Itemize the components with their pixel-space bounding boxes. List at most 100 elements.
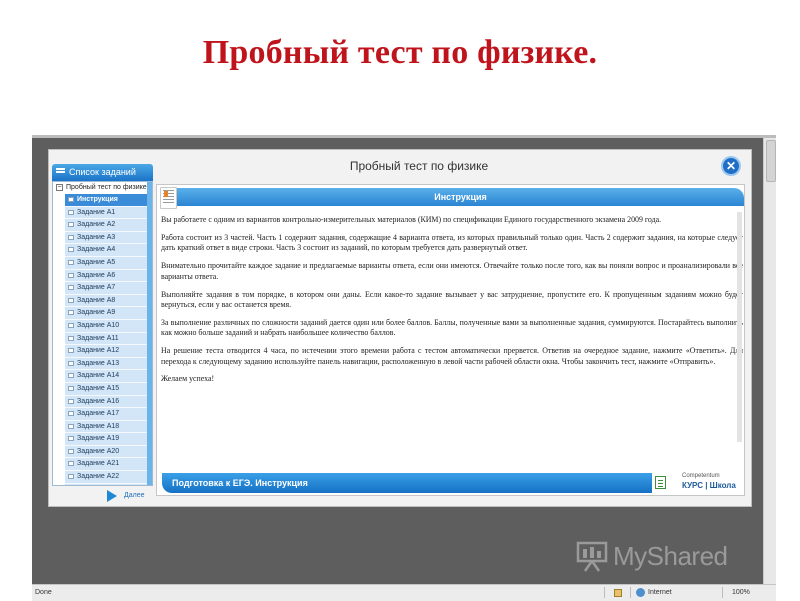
- task-doc-icon: [68, 197, 74, 202]
- instruction-paragraph: Работа состоит из 3 частей. Часть 1 соде…: [161, 233, 743, 254]
- task-doc-icon: [68, 336, 74, 341]
- task-item-label: Задание А22: [77, 473, 119, 480]
- task-item-label: Задание А19: [77, 435, 119, 442]
- list-icon: [56, 168, 65, 176]
- tree-root-label: Пробный тест по физике: [66, 184, 147, 191]
- task-doc-icon: [68, 285, 74, 290]
- task-list-item[interactable]: Задание А18: [65, 421, 149, 434]
- zoom-level[interactable]: 100%: [732, 585, 750, 600]
- task-list-item[interactable]: Задание А3: [65, 232, 149, 245]
- watermark-text: MyShared: [613, 541, 728, 572]
- task-doc-icon: [68, 411, 74, 416]
- task-doc-icon: [68, 222, 74, 227]
- globe-icon: [636, 588, 645, 597]
- task-list-item[interactable]: Задание А12: [65, 345, 149, 358]
- task-item-label: Задание А1: [77, 209, 115, 216]
- task-doc-icon: [68, 260, 74, 265]
- competentum-logo: Competentum КУРС | Школа: [652, 473, 743, 493]
- status-bar: Done Internet 100%: [32, 584, 776, 601]
- slide-title: Пробный тест по физике.: [0, 34, 800, 72]
- instruction-paragraph: За выполнение различных по сложности зад…: [161, 318, 743, 339]
- logo-big-text: КУРС | Школа: [682, 481, 736, 490]
- next-button[interactable]: Далее: [107, 489, 151, 503]
- browser-scrollbar[interactable]: [763, 138, 776, 584]
- collapse-icon[interactable]: −: [56, 184, 63, 191]
- logo-icon: [655, 476, 666, 489]
- task-item-label: Задание А14: [77, 372, 119, 379]
- task-list-item[interactable]: Задание А7: [65, 282, 149, 295]
- task-item-label: Задание А4: [77, 246, 115, 253]
- task-list-item[interactable]: Задание А11: [65, 333, 149, 346]
- task-list-item[interactable]: Задание А15: [65, 383, 149, 396]
- task-item-label: Задание А17: [77, 410, 119, 417]
- security-icon: [614, 589, 622, 597]
- task-item-label: Инструкция: [77, 196, 118, 203]
- task-list-item[interactable]: Задание А21: [65, 458, 149, 471]
- task-list-item[interactable]: Задание А9: [65, 307, 149, 320]
- task-list-item[interactable]: Задание А14: [65, 370, 149, 383]
- task-list-panel: − Пробный тест по физике Инструкция Задан…: [52, 181, 153, 486]
- task-list-item[interactable]: Задание А16: [65, 396, 149, 409]
- task-doc-icon: [68, 424, 74, 429]
- next-label: Далее: [124, 490, 145, 502]
- instruction-paragraph: На решение теста отводится 4 часа, по ис…: [161, 346, 743, 367]
- close-button[interactable]: ✕: [721, 156, 741, 176]
- task-items: Инструкция Задание А1 Задание А2 Задание А3…: [53, 194, 152, 486]
- task-list-item[interactable]: Задание А20: [65, 446, 149, 459]
- task-doc-icon: [68, 474, 74, 479]
- presentation-icon: [575, 540, 609, 572]
- task-list-item[interactable]: Задание А10: [65, 320, 149, 333]
- task-item-label: Задание А18: [77, 423, 119, 430]
- task-doc-icon: [68, 386, 74, 391]
- tree-root[interactable]: − Пробный тест по физике: [53, 182, 152, 194]
- content-scrollbar[interactable]: [737, 212, 742, 442]
- task-doc-icon: [68, 461, 74, 466]
- task-item-label: Задание А7: [77, 284, 115, 291]
- task-doc-icon: [68, 298, 74, 303]
- browser-scroll-thumb[interactable]: [766, 140, 776, 182]
- task-list-item[interactable]: Задание А19: [65, 433, 149, 446]
- task-list-item[interactable]: Задание А5: [65, 257, 149, 270]
- task-list-scrollbar[interactable]: [147, 182, 152, 485]
- task-list-item[interactable]: Задание А6: [65, 270, 149, 283]
- security-zone: Internet: [648, 585, 672, 600]
- task-item-label: Задание А20: [77, 448, 119, 455]
- task-doc-icon: [68, 399, 74, 404]
- task-list-header: Список заданий: [52, 164, 153, 181]
- instruction-text: Вы работаете с одним из вариантов контро…: [161, 215, 743, 392]
- task-list-item[interactable]: Задание А2: [65, 219, 149, 232]
- task-doc-icon: [68, 235, 74, 240]
- test-app-window: Список заданий − Пробный тест по физике …: [48, 149, 752, 507]
- task-list-item[interactable]: Задание А22: [65, 471, 149, 484]
- footer-bar: Подготовка к ЕГЭ. Инструкция: [162, 473, 652, 493]
- content-panel: Инструкция Вы работаете с одним из вариа…: [156, 184, 745, 496]
- task-doc-icon: [68, 348, 74, 353]
- task-item-label: Задание А15: [77, 385, 119, 392]
- task-item-label: Задание А12: [77, 347, 119, 354]
- instruction-paragraph: Вы работаете с одним из вариантов контро…: [161, 215, 743, 225]
- browser-viewport: Список заданий − Пробный тест по физике …: [32, 138, 763, 584]
- task-doc-icon: [68, 323, 74, 328]
- content-header: Инструкция: [177, 188, 744, 206]
- task-doc-icon: [68, 273, 74, 278]
- instruction-paragraph: Желаем успеха!: [161, 374, 743, 384]
- task-doc-icon: [68, 373, 74, 378]
- task-list-item[interactable]: Задание А23: [65, 484, 149, 486]
- task-doc-icon: [68, 210, 74, 215]
- task-list-item[interactable]: Задание А13: [65, 358, 149, 371]
- document-icon: [160, 187, 177, 209]
- task-list-item[interactable]: Инструкция: [65, 194, 149, 207]
- task-item-label: Задание А10: [77, 322, 119, 329]
- window-title: Пробный тест по физике: [219, 159, 619, 173]
- task-list-item[interactable]: Задание А17: [65, 408, 149, 421]
- task-item-label: Задание А8: [77, 297, 115, 304]
- task-list-item[interactable]: Задание А4: [65, 244, 149, 257]
- task-item-label: Задание А5: [77, 259, 115, 266]
- task-list-item[interactable]: Задание А8: [65, 295, 149, 308]
- task-list-item[interactable]: Задание А1: [65, 207, 149, 220]
- play-arrow-icon: [107, 490, 117, 502]
- instruction-paragraph: Внимательно прочитайте каждое задание и …: [161, 261, 743, 282]
- task-item-label: Задание А21: [77, 460, 119, 467]
- task-item-label: Задание А3: [77, 234, 115, 241]
- browser-window: Список заданий − Пробный тест по физике …: [32, 135, 776, 600]
